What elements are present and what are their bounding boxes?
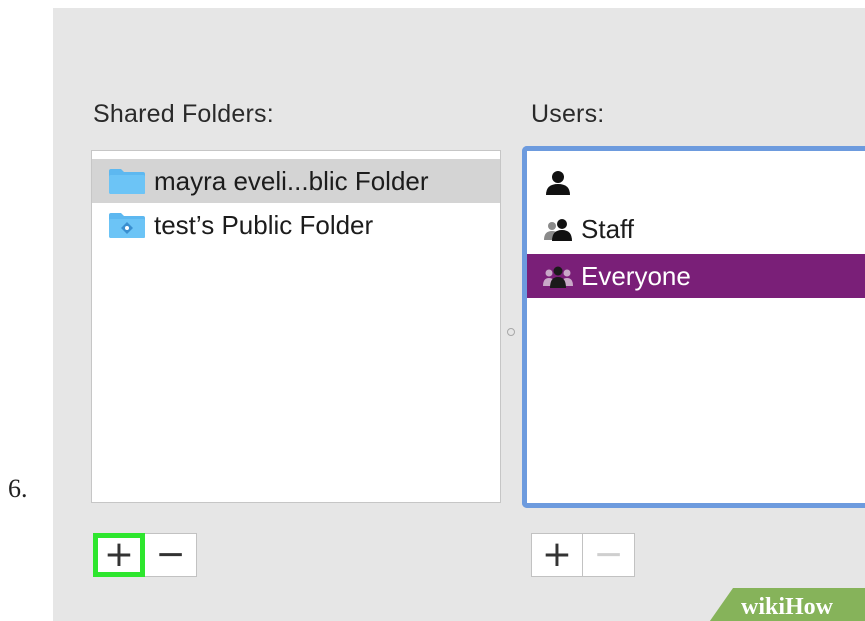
add-shared-folder-button[interactable]: + [93, 533, 145, 577]
step-number: 6. [8, 474, 28, 503]
users-list[interactable]: Staff Everyone [522, 146, 865, 508]
wikihow-watermark-text: wikiHow [741, 594, 834, 620]
file-sharing-panel: Shared Folders: Users: mayra eveli...bli… [53, 8, 865, 621]
single-user-icon [541, 170, 575, 196]
users-buttons: + − [531, 533, 635, 577]
folder-row-test[interactable]: test’s Public Folder [92, 203, 500, 247]
shared-folders-list[interactable]: mayra eveli...blic Folder test’s Public … [91, 150, 501, 503]
public-folder-icon [108, 211, 146, 239]
everyone-icon [541, 263, 575, 289]
user-name: Everyone [581, 260, 691, 291]
folder-row-mayra[interactable]: mayra eveli...blic Folder [92, 159, 500, 203]
add-user-button[interactable]: + [531, 533, 583, 577]
shared-folders-label: Shared Folders: [93, 100, 274, 128]
user-row-staff[interactable]: Staff [527, 207, 865, 251]
folder-name: mayra eveli...blic Folder [154, 165, 429, 196]
folder-name: test’s Public Folder [154, 209, 374, 240]
group-icon [541, 216, 575, 242]
user-row-owner[interactable] [527, 161, 865, 205]
shared-folders-buttons: + − [93, 533, 197, 577]
remove-shared-folder-button[interactable]: − [145, 533, 197, 577]
user-row-everyone[interactable]: Everyone [527, 254, 865, 298]
users-label: Users: [531, 100, 605, 128]
remove-user-button[interactable]: − [583, 533, 635, 577]
user-name: Staff [581, 213, 635, 244]
folder-icon [108, 167, 146, 195]
splitter-handle[interactable] [507, 328, 515, 336]
